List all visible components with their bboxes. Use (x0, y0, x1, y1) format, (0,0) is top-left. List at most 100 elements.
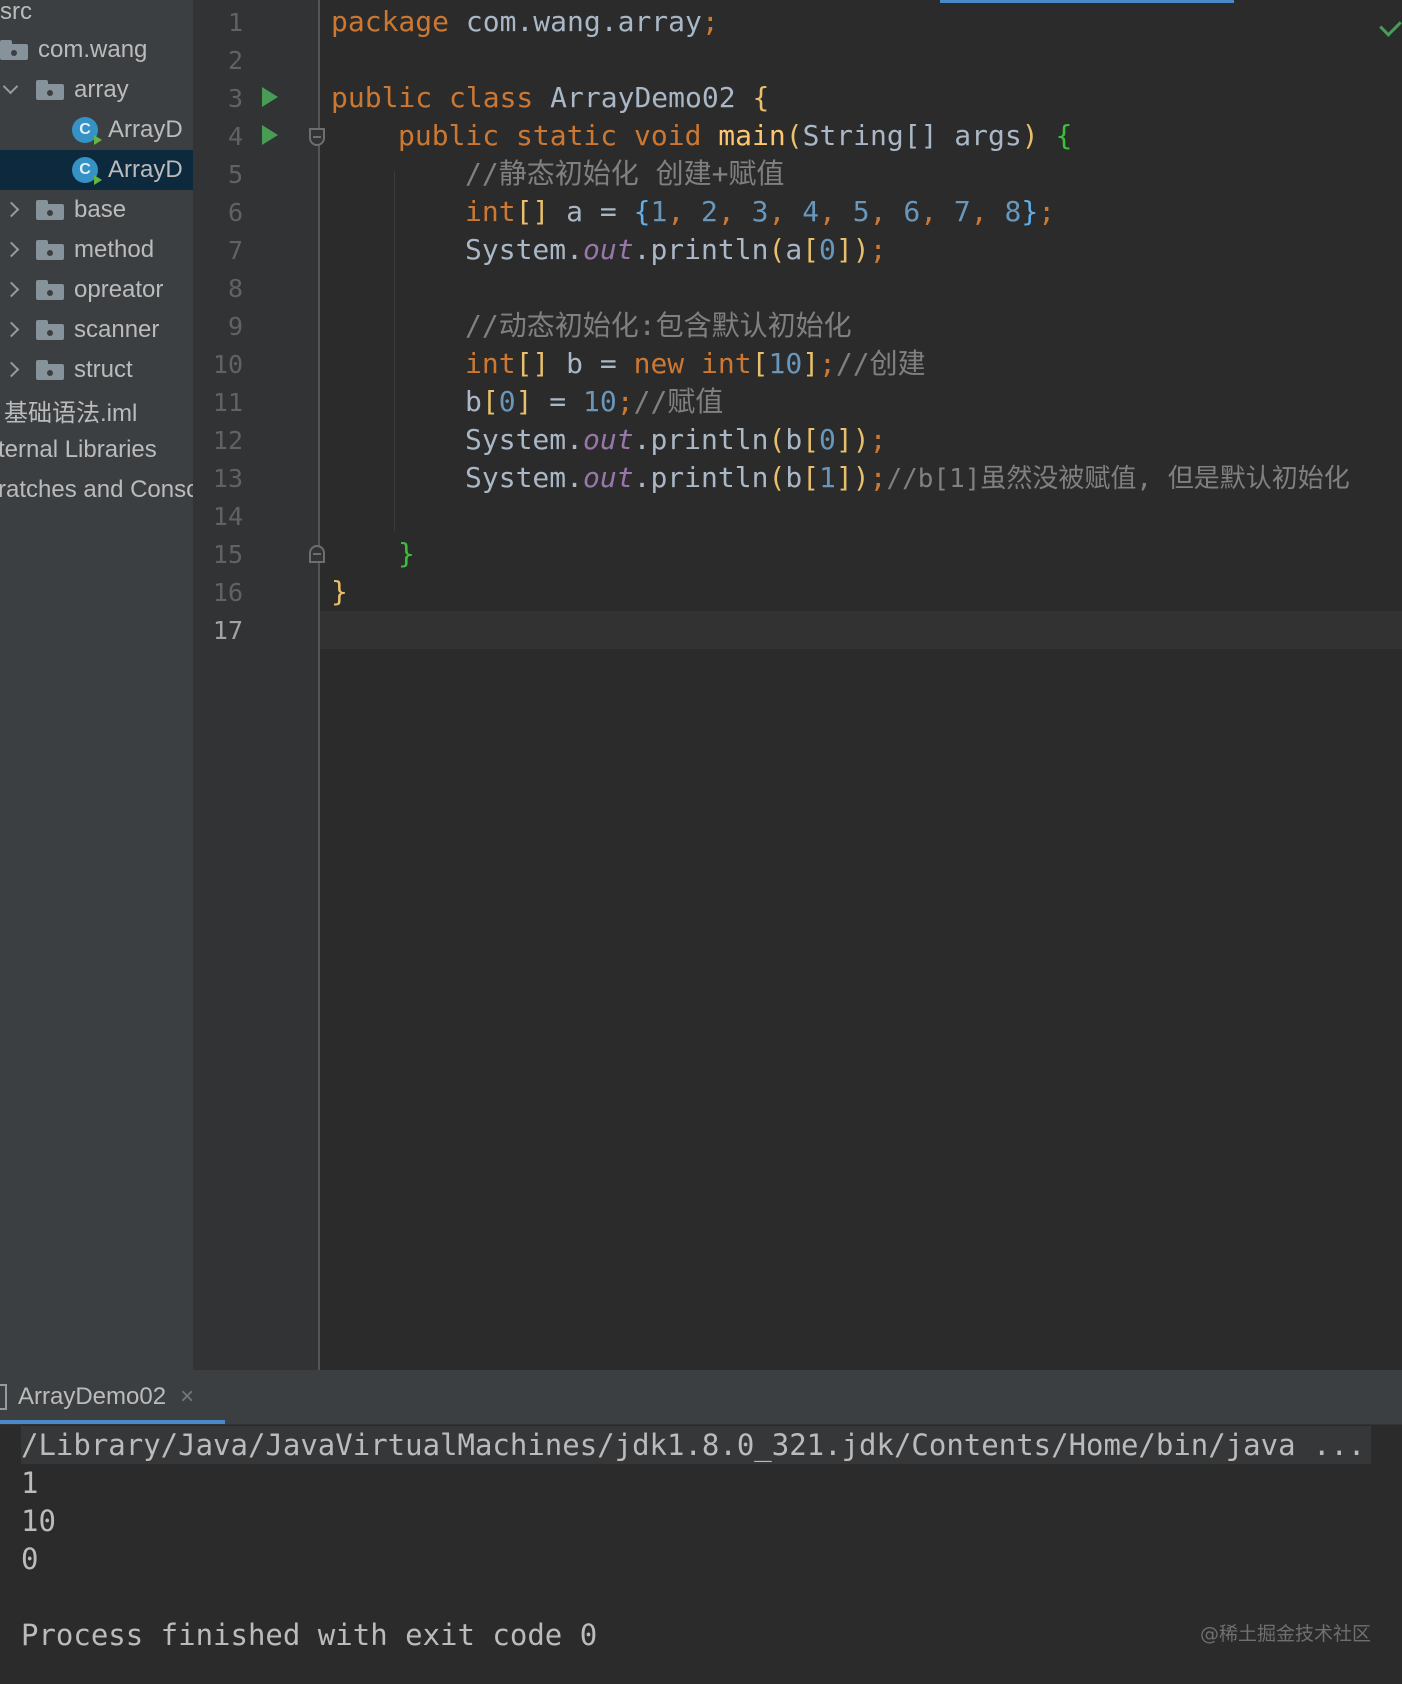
token-bracket: [ (802, 423, 820, 456)
chevron-down-icon[interactable] (2, 81, 20, 99)
token-comma: , (869, 195, 904, 228)
token-number: 10 (583, 385, 617, 418)
code-line-10[interactable]: int[] b = new int[10];//创建 (465, 345, 926, 383)
token-class-name: ArrayDemo02 (533, 81, 753, 114)
run-tab-arraydemo02[interactable]: ArrayDemo02 × (0, 1370, 194, 1424)
tree-item-label: 基础语法.iml (4, 399, 138, 427)
fold-open-icon[interactable] (309, 128, 325, 146)
code-line-12[interactable]: System.out.println(b[0]); (465, 421, 886, 459)
token-object: System. (465, 461, 584, 494)
line-number: 2 (227, 46, 243, 75)
chevron-right-icon[interactable] (2, 241, 20, 259)
chevron-right-icon[interactable] (2, 321, 20, 339)
token-number: 8 (1004, 195, 1022, 228)
code-line-16[interactable]: } (331, 573, 348, 611)
line-number: 16 (212, 578, 243, 607)
token-paren: ( (768, 461, 786, 494)
chevron-right-icon[interactable] (2, 201, 20, 219)
token-paren: ( (785, 119, 803, 152)
package-folder-icon (36, 240, 64, 260)
tree-item-scanner[interactable]: scanner (2, 310, 159, 350)
tree-item-iml-file[interactable]: 基础语法.iml (4, 390, 137, 430)
token-params: String[] args (802, 119, 1022, 152)
line-number: 4 (227, 122, 243, 151)
tree-item-label: scanner (74, 316, 160, 343)
code-line-3[interactable]: public class ArrayDemo02 { (331, 79, 769, 117)
console-command-line[interactable]: /Library/Java/JavaVirtualMachines/jdk1.8… (21, 1426, 1372, 1464)
token-bracket: [ (802, 233, 820, 266)
token-keyword: package (331, 5, 450, 38)
token-field: out (583, 461, 634, 494)
line-number: 11 (212, 388, 243, 417)
token-number: 7 (953, 195, 971, 228)
tree-item-arraydemo02[interactable]: C ArrayD (0, 150, 193, 190)
line-number: 1 (227, 8, 243, 37)
line-number: 8 (227, 274, 243, 303)
chevron-right-icon[interactable] (2, 361, 20, 379)
token-text: com.wang.array (449, 5, 702, 38)
tree-item-struct[interactable]: struct (2, 350, 133, 390)
token-semicolon: ; (819, 347, 836, 380)
tree-item-com-wang[interactable]: com.wang (0, 30, 147, 70)
tree-item-external-libraries[interactable]: ternal Libraries (0, 430, 157, 470)
token-comma: , (768, 195, 803, 228)
token-number: 6 (903, 195, 921, 228)
token-type: int (465, 195, 516, 228)
code-line-1[interactable]: package com.wang.array; (331, 3, 719, 41)
token-comma: , (920, 195, 954, 228)
tree-item-method[interactable]: method (2, 230, 154, 270)
tree-item-opreator[interactable]: opreator (2, 270, 163, 310)
token-semicolon: ; (869, 423, 887, 456)
tree-item-array[interactable]: array (2, 70, 129, 110)
fold-close-icon[interactable] (309, 545, 325, 563)
tree-item-label: ternal Libraries (0, 436, 157, 463)
token-field: out (583, 423, 634, 456)
token-semicolon: ; (869, 461, 887, 494)
tree-item-scratches[interactable]: ratches and Conso (0, 470, 193, 510)
token-text: = (532, 385, 584, 418)
code-line-6[interactable]: int[] a = {1, 2, 3, 4, 5, 6, 7, 8}; (465, 193, 1055, 231)
token-call: .println (633, 461, 769, 494)
code-line-9[interactable]: //动态初始化:包含默认初始化 (465, 307, 852, 345)
tree-item-label: ArrayD (108, 116, 183, 143)
indent-guide (394, 171, 395, 531)
active-tab-indicator (940, 0, 1234, 3)
token-text: b = (549, 347, 634, 380)
run-main-icon[interactable] (262, 125, 278, 145)
line-number: 12 (212, 426, 243, 455)
token-number: 2 (701, 195, 718, 228)
tree-item-label: src (0, 0, 32, 25)
token-bracket: [ (802, 461, 820, 494)
package-folder-icon (36, 280, 64, 300)
token-brace: } (1021, 195, 1039, 228)
code-line-4[interactable]: public static void main(String[] args) { (398, 117, 1072, 155)
token-comma: , (717, 195, 752, 228)
line-number: 13 (212, 464, 243, 493)
token-paren: ( (768, 423, 786, 456)
current-line-highlight (320, 611, 1402, 649)
line-number: 7 (227, 236, 243, 265)
token-object: System. (465, 233, 584, 266)
token-comment: //b[1]虽然没被赋值, 但是默认初始化 (886, 464, 1350, 494)
package-folder-icon (36, 360, 64, 380)
code-line-5[interactable]: //静态初始化 创建+赋值 (465, 155, 784, 193)
code-line-15[interactable]: } (398, 535, 415, 573)
package-folder-icon (36, 320, 64, 340)
token-bracket: [ (481, 385, 499, 418)
close-icon[interactable]: × (180, 1383, 194, 1411)
token-object: System. (465, 423, 584, 456)
token-field: out (583, 233, 634, 266)
token-comma: , (819, 195, 853, 228)
code-line-11[interactable]: b[0] = 10;//赋值 (465, 383, 723, 421)
tree-item-src[interactable]: src (0, 0, 32, 32)
line-number: 3 (227, 84, 243, 113)
inspection-ok-icon[interactable] (1379, 14, 1402, 37)
token-number: 0 (819, 423, 836, 456)
code-line-13[interactable]: System.out.println(b[1]);//b[1]虽然没被赋值, 但… (465, 459, 1350, 497)
chevron-right-icon[interactable] (2, 281, 20, 299)
tree-item-base[interactable]: base (2, 190, 126, 230)
run-class-icon[interactable] (262, 87, 278, 107)
tree-item-arraydemo01[interactable]: C ArrayD (72, 110, 183, 150)
tree-item-label: opreator (74, 276, 164, 303)
code-line-7[interactable]: System.out.println(a[0]); (465, 231, 886, 269)
